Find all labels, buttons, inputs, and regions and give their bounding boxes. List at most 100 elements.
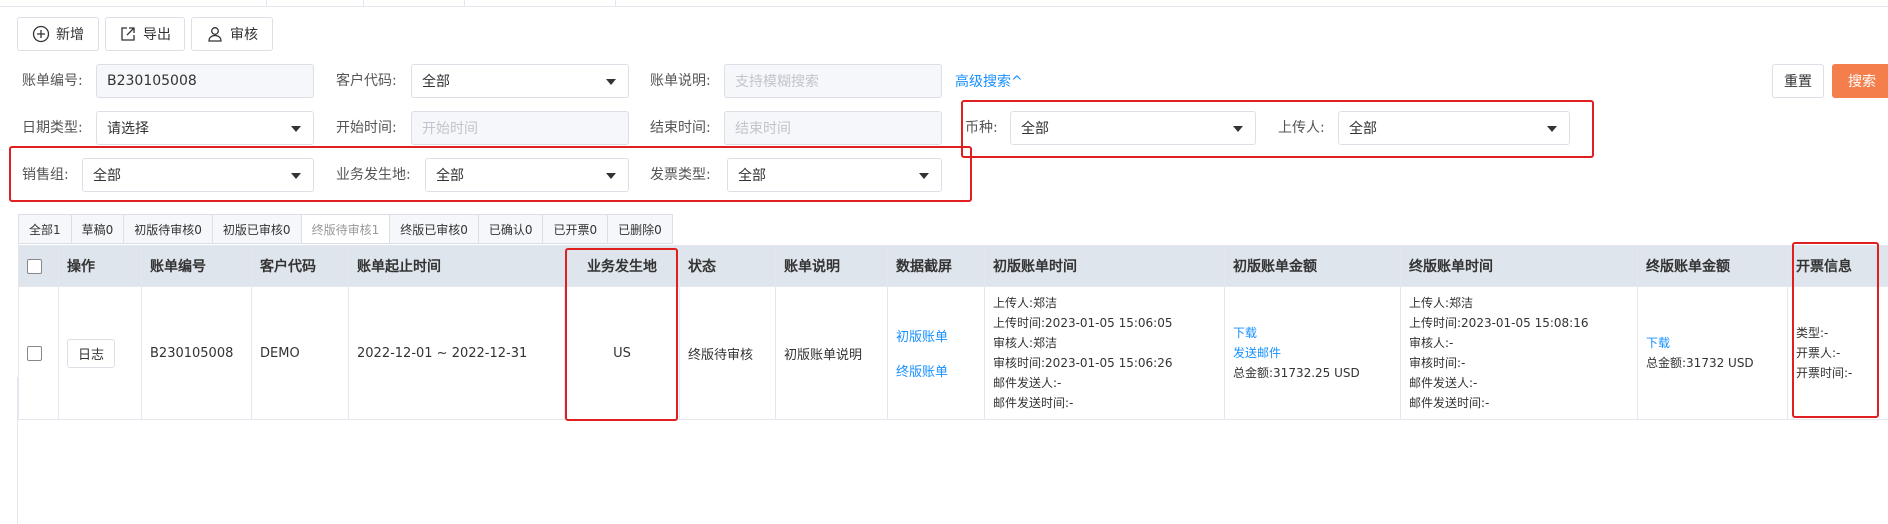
desc-cell: 初版账单说明 [775, 286, 888, 420]
bill-no-cell: B230105008 [141, 286, 252, 420]
col-header: 账单起止时间 [348, 245, 565, 287]
audit-button[interactable]: 审核 [191, 17, 273, 51]
export-button[interactable]: 导出 [105, 17, 185, 51]
status-tabs: 全部1 草稿0 初版待审核0 初版已审核0 终版待审核1 终版已审核0 已确认0… [18, 214, 673, 244]
final-auditor: 审核人:- [1409, 336, 1454, 350]
col-header: 初版账单时间 [984, 245, 1225, 287]
add-button[interactable]: 新增 [17, 17, 99, 51]
tab-confirmed[interactable]: 已确认0 [478, 214, 544, 244]
search-button[interactable]: 搜索 [1832, 64, 1888, 98]
bill-desc-label: 账单说明: [650, 73, 711, 89]
first-auditor: 审核人:郑洁 [993, 336, 1058, 350]
log-button[interactable]: 日志 [67, 338, 116, 368]
select-all-checkbox[interactable] [27, 258, 42, 274]
invoice-type-select[interactable]: 全部 [727, 158, 942, 192]
col-header: 终版账单时间 [1400, 245, 1638, 287]
final-upload-time: 上传时间:2023-01-05 15:08:16 [1409, 316, 1589, 330]
chevron-down-icon [1547, 126, 1557, 132]
chevron-down-icon [291, 126, 301, 132]
sales-group-label: 销售组: [22, 167, 69, 183]
final-download-link[interactable]: 下载 [1646, 333, 1779, 353]
col-header: 账单说明 [775, 245, 888, 287]
invoice-type-label: 发票类型: [650, 167, 711, 183]
tab-first-pending[interactable]: 初版待审核0 [124, 214, 213, 244]
first-mail-sender: 邮件发送人:- [993, 376, 1062, 390]
row-checkbox[interactable] [27, 345, 42, 361]
add-button-label: 新增 [56, 27, 84, 43]
tab-all[interactable]: 全部1 [18, 214, 72, 244]
currency-label: 币种: [965, 120, 998, 136]
period-cell: 2022-12-01 ~ 2022-12-31 [348, 286, 565, 420]
date-type-label: 日期类型: [22, 120, 83, 136]
screenshot-cell: 初版账单 终版账单 [887, 286, 985, 420]
first-download-link[interactable]: 下载 [1233, 323, 1392, 343]
bill-desc-placeholder: 支持模糊搜索 [735, 74, 819, 90]
col-header: 数据截屏 [887, 245, 985, 287]
currency-value: 全部 [1021, 121, 1049, 137]
final-mail-sender: 邮件发送人:- [1409, 376, 1478, 390]
first-bill-screenshot-link[interactable]: 初版账单 [896, 326, 976, 345]
reset-button[interactable]: 重置 [1772, 64, 1824, 98]
final-time-cell: 上传人:郑洁 上传时间:2023-01-05 15:08:16 审核人:- 审核… [1400, 286, 1638, 420]
first-uploader: 上传人:郑洁 [993, 296, 1058, 310]
final-audit-time: 审核时间:- [1409, 356, 1466, 370]
uploader-value: 全部 [1349, 121, 1377, 137]
col-header: 客户代码 [251, 245, 349, 287]
end-time-label: 结束时间: [650, 120, 711, 136]
start-time-input[interactable]: 开始时间 [411, 111, 629, 145]
business-location-value: 全部 [436, 168, 464, 184]
customer-code-select[interactable]: 全部 [411, 64, 629, 98]
tab-final-pending[interactable]: 终版待审核1 [301, 214, 391, 244]
customer-code-cell: DEMO [251, 286, 349, 420]
status-cell: 终版待审核 [679, 286, 776, 420]
bill-table: 操作 账单编号 客户代码 账单起止时间 业务发生地 状态 账单说明 数据截屏 初… [18, 245, 1888, 420]
invoice-time: 开票时间:- [1796, 366, 1853, 380]
business-location-select[interactable]: 全部 [425, 158, 629, 192]
row-select-cell [18, 286, 59, 420]
tab-deleted[interactable]: 已删除0 [608, 214, 673, 244]
bill-desc-input[interactable]: 支持模糊搜索 [724, 64, 942, 98]
tab-first-audited[interactable]: 初版已审核0 [212, 214, 302, 244]
end-time-input[interactable]: 结束时间 [724, 111, 942, 145]
sales-group-select[interactable]: 全部 [82, 158, 314, 192]
end-time-placeholder: 结束时间 [735, 121, 791, 137]
invoice-type: 类型:- [1796, 326, 1829, 340]
tab-draft[interactable]: 草稿0 [71, 214, 125, 244]
col-header: 状态 [679, 245, 776, 287]
export-button-label: 导出 [143, 27, 171, 43]
final-uploader: 上传人:郑洁 [1409, 296, 1474, 310]
currency-select[interactable]: 全部 [1010, 111, 1256, 145]
location-cell: US [564, 286, 680, 420]
start-time-placeholder: 开始时间 [422, 121, 478, 137]
customer-code-label: 客户代码: [336, 73, 397, 89]
date-type-select[interactable]: 请选择 [96, 111, 314, 145]
first-total-amount: 总金额:31732.25 USD [1233, 366, 1360, 380]
chevron-down-icon [606, 173, 616, 179]
bill-no-value: B230105008 [107, 73, 197, 89]
final-bill-screenshot-link[interactable]: 终版账单 [896, 361, 976, 380]
col-header: 初版账单金额 [1224, 245, 1401, 287]
bill-no-input[interactable]: B230105008 [96, 64, 314, 98]
first-amount-cell: 下载 发送邮件 总金额:31732.25 USD [1224, 286, 1401, 420]
date-type-value: 请选择 [107, 121, 149, 137]
top-tab[interactable] [266, 0, 364, 6]
top-tab[interactable] [464, 0, 616, 6]
chevron-down-icon [919, 173, 929, 179]
table-header-row: 操作 账单编号 客户代码 账单起止时间 业务发生地 状态 账单说明 数据截屏 初… [18, 245, 1888, 287]
send-mail-link[interactable]: 发送邮件 [1233, 343, 1392, 363]
plus-circle-icon [32, 25, 50, 43]
first-upload-time: 上传时间:2023-01-05 15:06:05 [993, 316, 1173, 330]
first-time-cell: 上传人:郑洁 上传时间:2023-01-05 15:06:05 审核人:郑洁 审… [984, 286, 1225, 420]
export-icon [121, 27, 135, 41]
col-header: 业务发生地 [564, 245, 680, 287]
advanced-search-link[interactable]: 高级搜索^ [955, 71, 1023, 91]
uploader-label: 上传人: [1278, 120, 1325, 136]
first-mail-time: 邮件发送时间:- [993, 396, 1074, 410]
tab-invoiced[interactable]: 已开票0 [543, 214, 609, 244]
first-audit-time: 审核时间:2023-01-05 15:06:26 [993, 356, 1173, 370]
invoice-type-value: 全部 [738, 168, 766, 184]
tab-final-audited[interactable]: 终版已审核0 [390, 214, 479, 244]
invoice-cell: 类型:- 开票人:- 开票时间:- [1787, 286, 1888, 420]
uploader-select[interactable]: 全部 [1338, 111, 1570, 145]
customer-code-value: 全部 [422, 74, 450, 90]
